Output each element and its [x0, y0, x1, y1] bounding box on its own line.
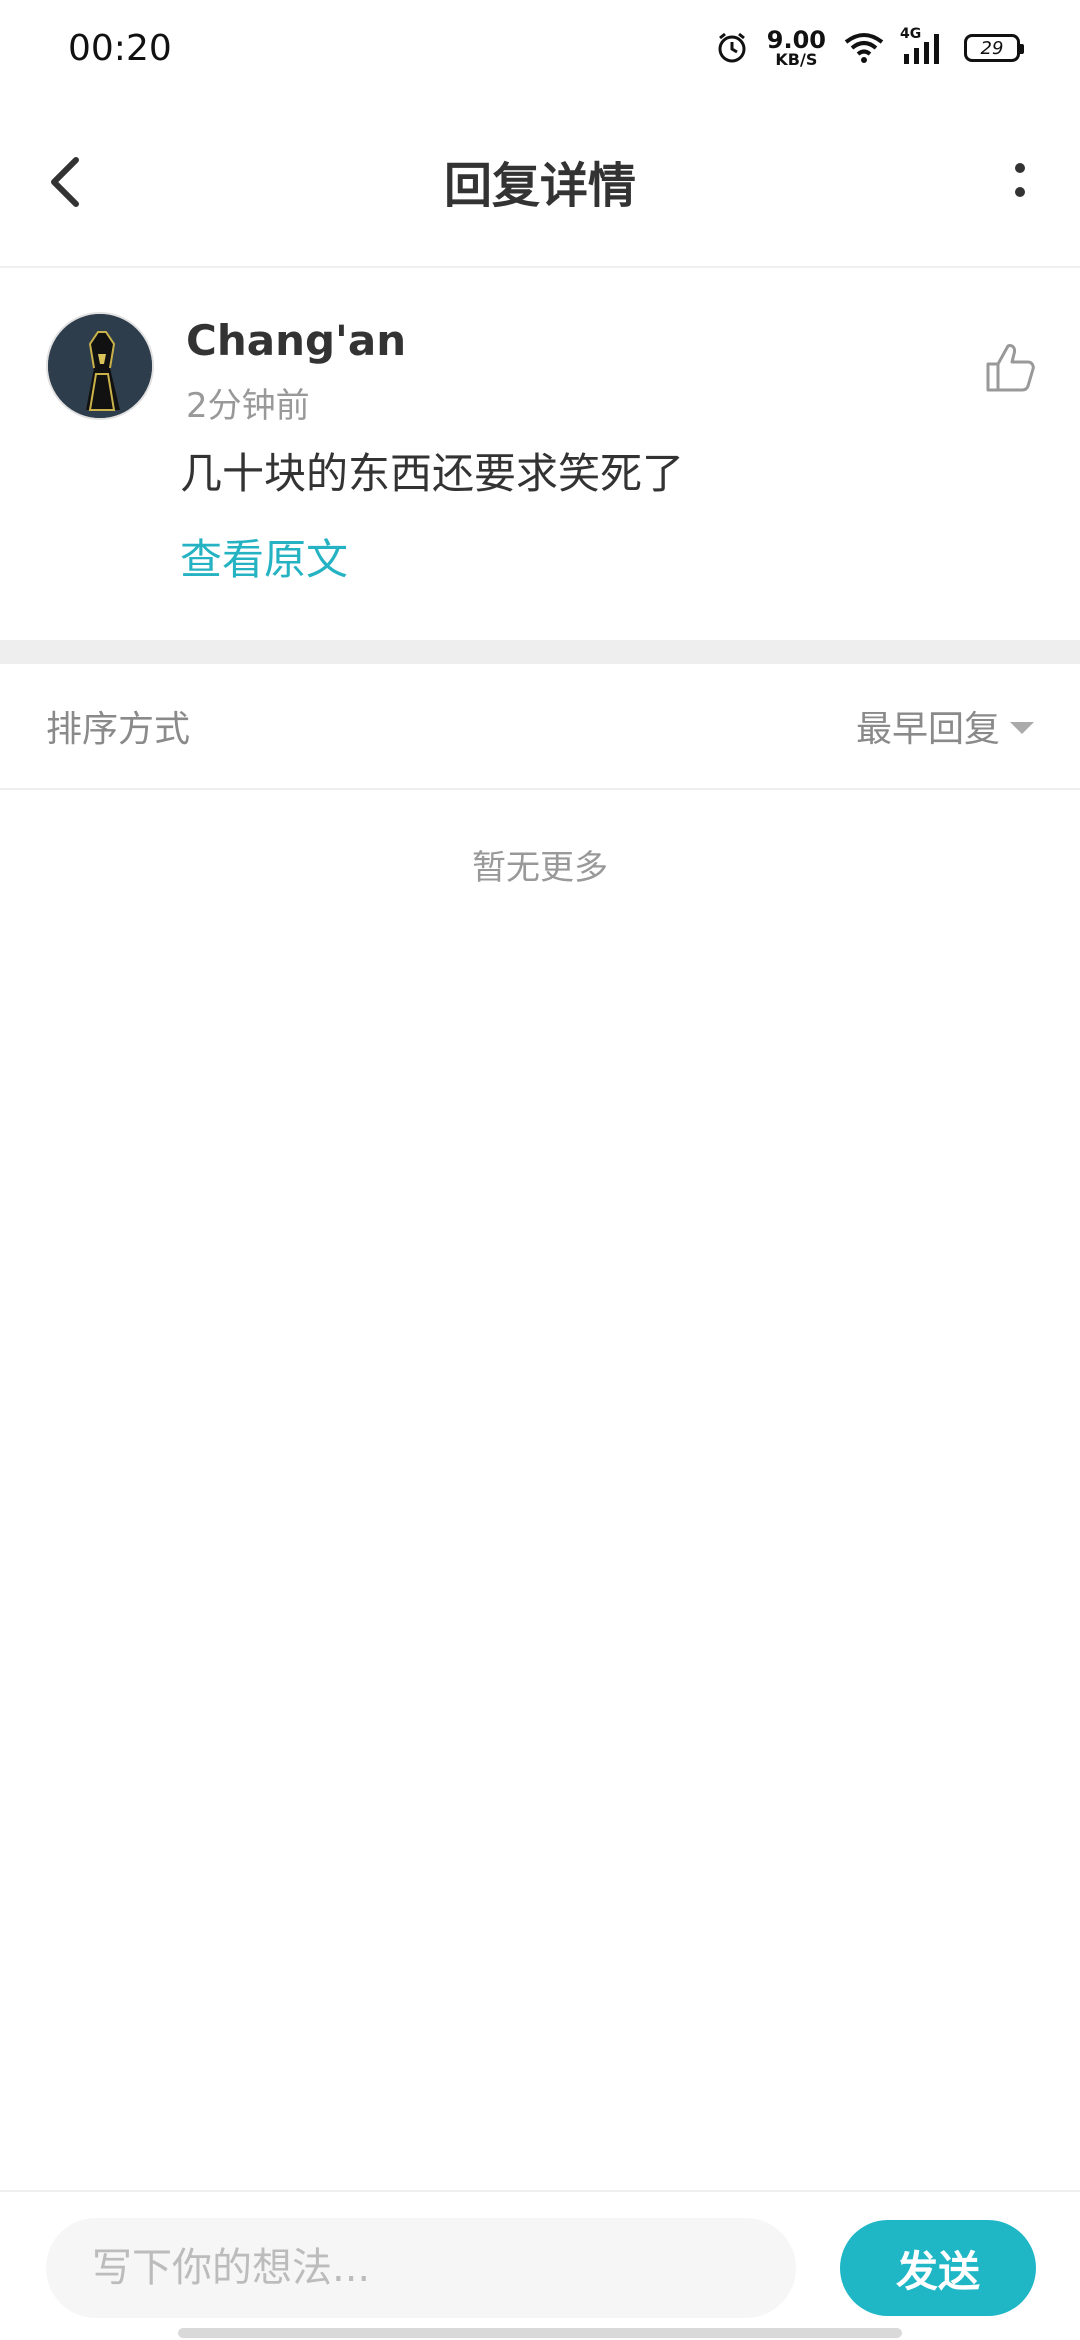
top-nav: 回复详情 — [0, 96, 1080, 268]
thumbs-up-icon[interactable] — [980, 338, 1040, 398]
caret-down-icon — [1010, 722, 1034, 734]
page-title: 回复详情 — [443, 158, 636, 214]
section-divider — [0, 640, 1080, 664]
avatar[interactable] — [46, 312, 154, 420]
battery-indicator: 29 — [964, 34, 1024, 62]
more-options-icon[interactable] — [1000, 146, 1040, 216]
send-button[interactable]: 发送 — [840, 2220, 1036, 2316]
username[interactable]: Chang'an — [186, 316, 406, 365]
comment-composer: 发送 — [0, 2190, 1080, 2340]
avatar-image — [48, 314, 152, 418]
status-icons: 9.00 KB/S 4G 29 — [715, 26, 1024, 68]
wifi-icon — [844, 33, 884, 63]
status-bar: 00:20 9.00 KB/S 4G 29 — [0, 0, 1080, 96]
back-arrow-icon[interactable] — [40, 146, 96, 216]
cellular-signal: 4G — [900, 26, 946, 64]
network-speed-value: 9.00 — [766, 26, 826, 54]
network-speed: 9.00 KB/S — [767, 28, 826, 68]
sort-label: 排序方式 — [46, 709, 191, 750]
sort-selected-value: 最早回复 — [855, 709, 1000, 750]
alarm-icon — [718, 32, 746, 63]
sort-bar: 排序方式 最早回复 — [0, 664, 1080, 790]
status-time: 00:20 — [68, 27, 172, 69]
network-type-label: 4G — [900, 26, 922, 42]
post-time: 2分钟前 — [186, 386, 310, 426]
sort-dropdown[interactable]: 最早回复 — [856, 700, 1034, 752]
network-speed-unit: KB/S — [775, 50, 818, 69]
reply-card: Chang'an 2分钟前 几十块的东西还要求笑死了 查看原文 — [0, 268, 1080, 640]
reply-content: 几十块的东西还要求笑死了 — [180, 449, 685, 498]
home-indicator[interactable] — [178, 2328, 902, 2338]
reply-detail-page: 00:20 9.00 KB/S 4G 29 回复详情 Chang'an 2分钟前… — [0, 0, 1080, 2340]
view-original-link[interactable]: 查看原文 — [180, 526, 348, 587]
empty-state-text: 暂无更多 — [472, 848, 608, 888]
comment-input[interactable] — [46, 2218, 796, 2318]
